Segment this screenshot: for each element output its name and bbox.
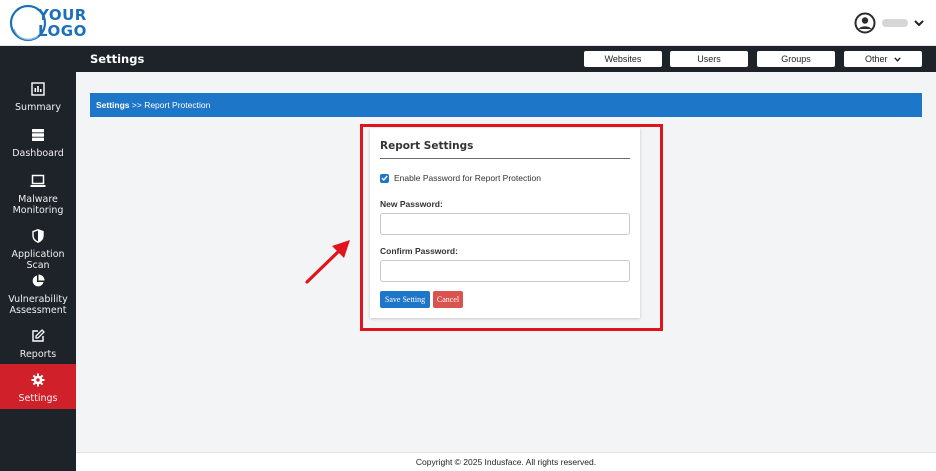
logo-line2: LOGO bbox=[38, 22, 87, 40]
sidebar: Summary Dashboard Malware Monitoring App… bbox=[0, 46, 76, 471]
user-menu[interactable] bbox=[854, 12, 924, 34]
app-window: YOUR LOGO Summary Dashboard Malware Moni… bbox=[0, 0, 936, 471]
checkmark-icon bbox=[381, 175, 388, 181]
card-divider bbox=[380, 158, 630, 159]
other-dropdown-button[interactable]: Other bbox=[844, 51, 922, 67]
report-settings-card: Report Settings Enable Password for Repo… bbox=[370, 128, 640, 318]
sidebar-item-reports[interactable]: Reports bbox=[0, 327, 76, 360]
confirm-password-input[interactable] bbox=[380, 260, 630, 282]
sidebar-item-malware-monitoring[interactable]: Malware Monitoring bbox=[0, 172, 76, 216]
footer: Copyright © 2025 Indusface. All rights r… bbox=[76, 452, 936, 471]
sidebar-item-summary[interactable]: Summary bbox=[0, 80, 76, 113]
pie-chart-icon bbox=[32, 274, 45, 287]
enable-password-row: Enable Password for Report Protection bbox=[380, 173, 541, 183]
confirm-password-label: Confirm Password: bbox=[380, 246, 458, 256]
users-button[interactable]: Users bbox=[670, 51, 748, 67]
sidebar-item-application-scan[interactable]: Application Scan bbox=[0, 227, 76, 271]
sidebar-item-dashboard[interactable]: Dashboard bbox=[0, 126, 76, 159]
page-title: Settings bbox=[90, 52, 145, 66]
server-stack-icon bbox=[32, 129, 44, 141]
breadcrumb: Settings >> Report Protection bbox=[96, 100, 210, 110]
user-circle-icon[interactable] bbox=[854, 12, 876, 34]
save-setting-button[interactable]: Save Setting bbox=[380, 291, 430, 308]
new-password-label: New Password: bbox=[380, 199, 443, 209]
chevron-down-icon[interactable] bbox=[914, 19, 924, 27]
logo-line1: YOUR bbox=[38, 6, 87, 24]
sidebar-item-label: Settings bbox=[18, 393, 58, 404]
user-name-redacted bbox=[882, 19, 908, 27]
edit-icon bbox=[32, 329, 45, 342]
shield-icon bbox=[32, 229, 44, 243]
summary-chart-icon bbox=[31, 82, 45, 96]
sidebar-item-label: Vulnerability Assessment bbox=[8, 294, 68, 316]
enable-password-label: Enable Password for Report Protection bbox=[394, 173, 541, 183]
card-title: Report Settings bbox=[380, 140, 474, 152]
sidebar-item-label: Application Scan bbox=[11, 249, 65, 271]
sidebar-item-settings[interactable]: Settings bbox=[0, 364, 76, 409]
laptop-icon bbox=[30, 174, 46, 187]
cancel-button[interactable]: Cancel bbox=[433, 291, 463, 308]
breadcrumb-current: Report Protection bbox=[144, 100, 211, 110]
logo[interactable]: YOUR LOGO bbox=[8, 3, 92, 43]
copyright-text: Copyright © 2025 Indusface. All rights r… bbox=[415, 457, 597, 467]
top-header: YOUR LOGO bbox=[0, 0, 936, 46]
new-password-input[interactable] bbox=[380, 213, 630, 235]
page-header-bar: Settings Websites Users Groups Other bbox=[76, 46, 936, 72]
breadcrumb-bar: Settings >> Report Protection bbox=[90, 93, 922, 117]
breadcrumb-separator: >> bbox=[129, 100, 145, 110]
gear-icon bbox=[31, 373, 45, 387]
sidebar-item-label: Summary bbox=[15, 102, 61, 113]
sidebar-item-vulnerability-assessment[interactable]: Vulnerability Assessment bbox=[0, 272, 76, 316]
websites-button[interactable]: Websites bbox=[584, 51, 662, 67]
chevron-down-icon bbox=[894, 57, 901, 62]
sidebar-item-label: Reports bbox=[19, 349, 57, 360]
logo-text: YOUR LOGO bbox=[38, 7, 87, 39]
main-content: Settings >> Report Protection Report Set… bbox=[76, 72, 936, 471]
enable-password-checkbox[interactable] bbox=[380, 173, 389, 183]
breadcrumb-root[interactable]: Settings bbox=[96, 100, 130, 110]
other-button-label: Other bbox=[864, 54, 888, 64]
groups-button[interactable]: Groups bbox=[757, 51, 835, 67]
sidebar-item-label: Dashboard bbox=[12, 148, 64, 159]
sidebar-item-label: Malware Monitoring bbox=[12, 194, 64, 216]
